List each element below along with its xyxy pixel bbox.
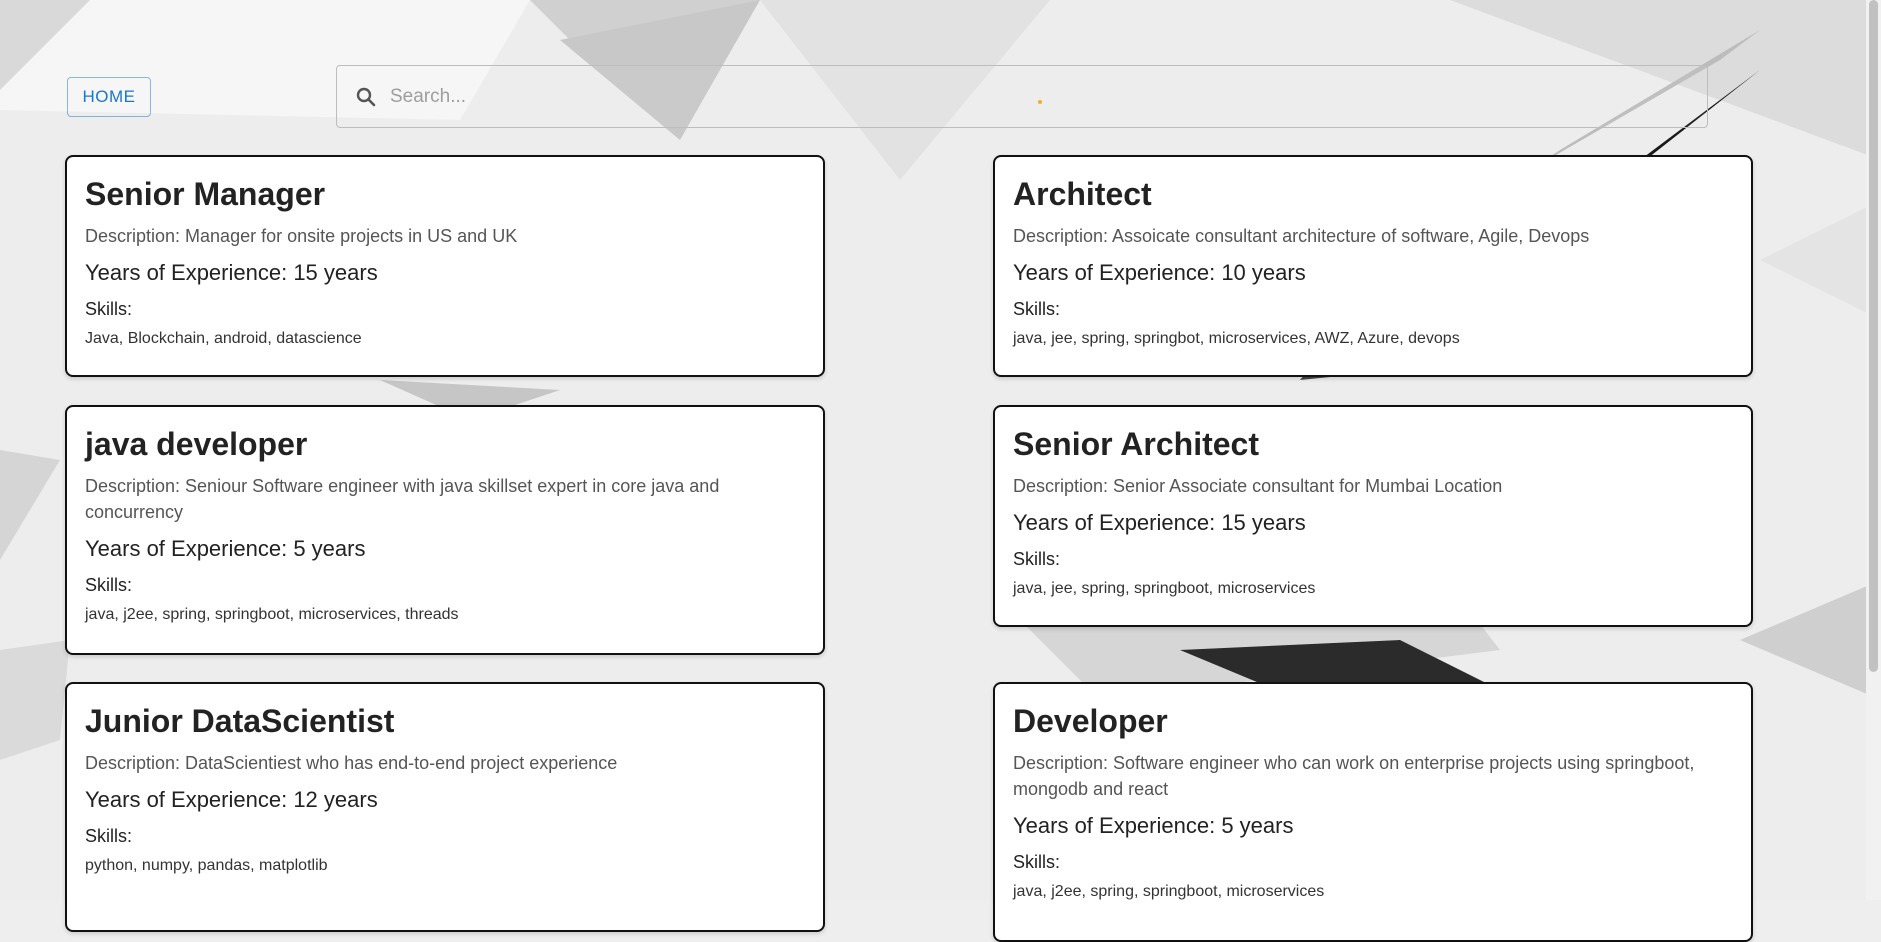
job-experience: Years of Experience: 5 years xyxy=(1013,813,1294,839)
vertical-scrollbar[interactable] xyxy=(1866,0,1881,900)
job-title: Junior DataScientist xyxy=(85,703,395,739)
job-card[interactable]: Senior Manager Description: Manager for … xyxy=(65,155,825,377)
job-description: Description: DataScientiest who has end-… xyxy=(85,753,618,774)
job-description: Description: Software engineer who can w… xyxy=(1013,753,1695,800)
skills-list: java, jee, spring, springbot, microservi… xyxy=(1013,330,1460,348)
loading-indicator xyxy=(1038,100,1042,104)
job-description: Description: Assoicate consultant archit… xyxy=(1013,226,1590,247)
skills-label: Skills: xyxy=(85,826,133,847)
job-title: Senior Architect xyxy=(1013,426,1259,462)
skills-label: Skills: xyxy=(1013,299,1061,320)
job-title: Architect xyxy=(1013,176,1152,212)
job-card[interactable]: java developer Description: Seniour Soft… xyxy=(65,405,825,655)
job-card[interactable]: Developer Description: Software engineer… xyxy=(993,682,1753,942)
skills-label: Skills: xyxy=(85,575,133,596)
skills-list: java, j2ee, spring, springboot, microser… xyxy=(85,606,459,624)
skills-list: python, numpy, pandas, matplotlib xyxy=(85,857,328,875)
job-description: Description: Manager for onsite projects… xyxy=(85,226,518,247)
job-description: Description: Seniour Software engineer w… xyxy=(85,476,720,523)
job-experience: Years of Experience: 15 years xyxy=(85,260,378,286)
job-title: Developer xyxy=(1013,703,1168,739)
skills-label: Skills: xyxy=(1013,852,1061,873)
skills-label: Skills: xyxy=(1013,549,1061,570)
job-card[interactable]: Senior Architect Description: Senior Ass… xyxy=(993,405,1753,627)
search-input[interactable] xyxy=(388,84,1707,109)
skills-list: java, j2ee, spring, springboot, microser… xyxy=(1013,883,1325,901)
job-description: Description: Senior Associate consultant… xyxy=(1013,476,1503,497)
skills-list: Java, Blockchain, android, datascience xyxy=(85,330,362,348)
skills-label: Skills: xyxy=(85,299,133,320)
job-title: java developer xyxy=(85,426,308,462)
job-experience: Years of Experience: 12 years xyxy=(85,787,378,813)
home-button[interactable]: HOME xyxy=(67,77,151,117)
job-card[interactable]: Architect Description: Assoicate consult… xyxy=(993,155,1753,377)
job-experience: Years of Experience: 10 years xyxy=(1013,260,1306,286)
job-experience: Years of Experience: 5 years xyxy=(85,536,366,562)
job-card[interactable]: Junior DataScientist Description: DataSc… xyxy=(65,682,825,932)
search-icon xyxy=(356,87,376,106)
scrollbar-thumb[interactable] xyxy=(1869,0,1878,672)
job-title: Senior Manager xyxy=(85,176,326,212)
search-bar[interactable] xyxy=(336,65,1708,128)
job-experience: Years of Experience: 15 years xyxy=(1013,510,1306,536)
skills-list: java, jee, spring, springboot, microserv… xyxy=(1013,580,1316,598)
